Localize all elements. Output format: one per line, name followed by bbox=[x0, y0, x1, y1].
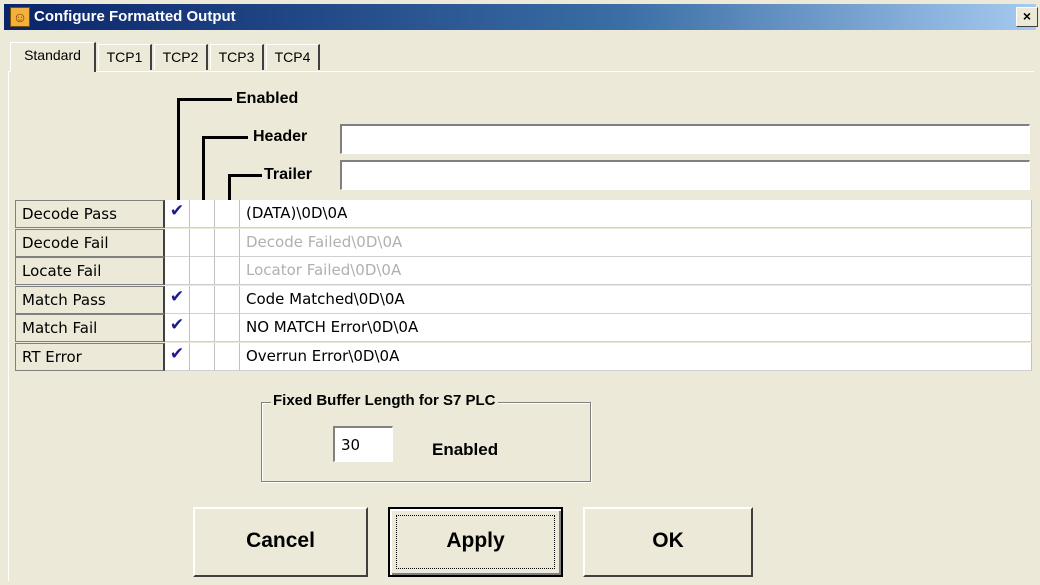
buffer-enabled-label: Enabled bbox=[432, 440, 499, 459]
row-output-text[interactable]: Decode Failed\0D\0A bbox=[240, 229, 1032, 257]
trailer-label: Trailer bbox=[264, 166, 313, 183]
tab-tcp3[interactable]: TCP3 bbox=[210, 44, 264, 70]
window-title: Configure Formatted Output bbox=[34, 8, 236, 25]
row-label: Match Pass bbox=[15, 286, 165, 314]
enabled-checkbox[interactable]: ✔ bbox=[165, 314, 190, 342]
enabled-connector-h bbox=[177, 98, 232, 101]
trailer-checkbox[interactable] bbox=[215, 229, 240, 257]
tab-standard[interactable]: Standard bbox=[10, 42, 96, 72]
row-output-text[interactable]: Overrun Error\0D\0A bbox=[240, 343, 1032, 371]
focus-rect bbox=[396, 515, 555, 569]
title-bar[interactable]: ☺ Configure Formatted Output × bbox=[4, 4, 1038, 30]
row-label: Decode Fail bbox=[15, 229, 165, 257]
enabled-connector-v bbox=[177, 98, 180, 200]
header-checkbox[interactable] bbox=[190, 314, 215, 342]
row-label: Decode Pass bbox=[15, 200, 165, 228]
app-icon: ☺ bbox=[10, 7, 30, 27]
apply-button[interactable]: Apply bbox=[388, 507, 563, 577]
row-output-text[interactable]: (DATA)\0D\0A bbox=[240, 200, 1032, 228]
header-checkbox[interactable] bbox=[190, 257, 215, 285]
row-output-text[interactable]: Locator Failed\0D\0A bbox=[240, 257, 1032, 285]
header-connector-h bbox=[202, 136, 248, 139]
enabled-checkbox[interactable]: ✔ bbox=[165, 286, 190, 314]
buffer-length-input[interactable] bbox=[333, 426, 393, 462]
header-input[interactable] bbox=[340, 124, 1030, 154]
tab-tcp1[interactable]: TCP1 bbox=[98, 44, 152, 70]
enabled-checkbox[interactable]: ✔ bbox=[165, 343, 190, 371]
header-checkbox[interactable] bbox=[190, 343, 215, 371]
fixed-buffer-group bbox=[261, 402, 591, 482]
row-label: Locate Fail bbox=[15, 257, 165, 285]
cancel-button[interactable]: Cancel bbox=[193, 507, 368, 577]
trailer-checkbox[interactable] bbox=[215, 286, 240, 314]
trailer-checkbox[interactable] bbox=[215, 343, 240, 371]
enabled-checkbox[interactable]: ✔ bbox=[165, 200, 190, 228]
trailer-input[interactable] bbox=[340, 160, 1030, 190]
dialog-window: ☺ Configure Formatted Output × Standard … bbox=[0, 0, 1040, 585]
row-label: RT Error bbox=[15, 343, 165, 371]
header-connector-v bbox=[202, 136, 205, 200]
fixed-buffer-title: Fixed Buffer Length for S7 PLC bbox=[271, 392, 498, 409]
trailer-checkbox[interactable] bbox=[215, 257, 240, 285]
enabled-column-label: Enabled bbox=[236, 90, 299, 107]
close-icon[interactable]: × bbox=[1016, 7, 1038, 27]
trailer-connector-h bbox=[228, 174, 262, 177]
row-label: Match Fail bbox=[15, 314, 165, 342]
enabled-checkbox[interactable] bbox=[165, 229, 190, 257]
header-checkbox[interactable] bbox=[190, 200, 215, 228]
header-checkbox[interactable] bbox=[190, 286, 215, 314]
row-output-text[interactable]: Code Matched\0D\0A bbox=[240, 286, 1032, 314]
trailer-checkbox[interactable] bbox=[215, 314, 240, 342]
row-output-text[interactable]: NO MATCH Error\0D\0A bbox=[240, 314, 1032, 342]
header-checkbox[interactable] bbox=[190, 229, 215, 257]
enabled-checkbox[interactable] bbox=[165, 257, 190, 285]
ok-button[interactable]: OK bbox=[583, 507, 753, 577]
trailer-checkbox[interactable] bbox=[215, 200, 240, 228]
tab-tcp2[interactable]: TCP2 bbox=[154, 44, 208, 70]
trailer-connector-v bbox=[228, 174, 231, 200]
header-label: Header bbox=[253, 128, 308, 145]
tab-tcp4[interactable]: TCP4 bbox=[266, 44, 320, 70]
